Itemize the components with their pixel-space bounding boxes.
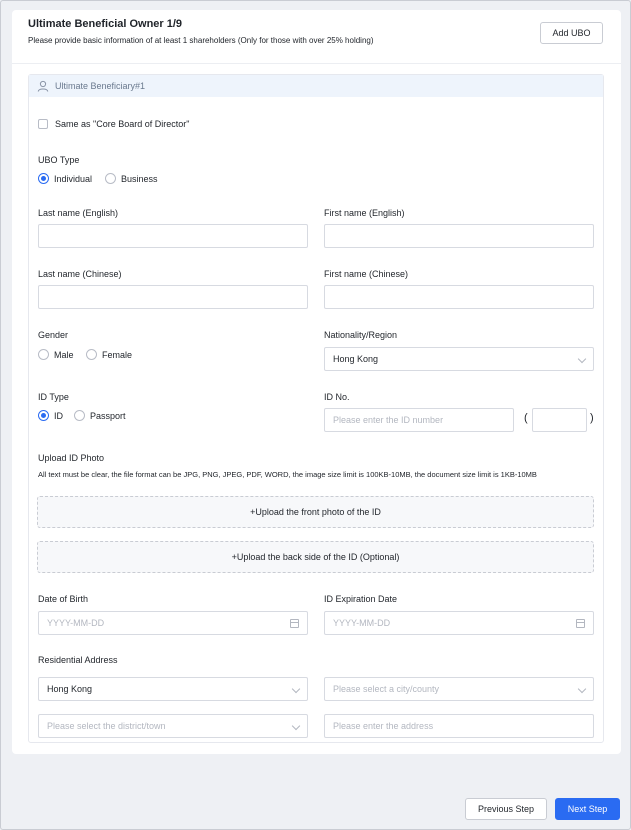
ubo-type-label: UBO Type bbox=[38, 155, 80, 165]
chevron-down-icon bbox=[291, 684, 301, 694]
id-check-close-paren: ) bbox=[590, 412, 594, 424]
dob-label: Date of Birth bbox=[38, 594, 89, 604]
first-name-cn-input[interactable] bbox=[324, 285, 594, 309]
chevron-down-icon bbox=[291, 721, 301, 731]
page-subtitle: Please provide basic information of at l… bbox=[28, 36, 374, 45]
ubo-type-individual-radio[interactable] bbox=[38, 173, 49, 184]
upload-hint: All text must be clear, the file format … bbox=[38, 470, 537, 479]
nationality-select[interactable]: Hong Kong bbox=[324, 347, 594, 371]
id-check-open-paren: ( bbox=[524, 412, 528, 424]
chevron-down-icon bbox=[577, 684, 587, 694]
upload-id-label: Upload ID Photo bbox=[38, 453, 105, 463]
ubo-type-business-label: Business bbox=[121, 174, 158, 184]
gender-male-label: Male bbox=[54, 350, 74, 360]
same-as-checkbox[interactable] bbox=[38, 119, 48, 129]
section-title: Ultimate Beneficiary#1 bbox=[55, 81, 146, 91]
id-type-id-label: ID bbox=[54, 411, 63, 421]
id-expiration-input[interactable]: YYYY-MM-DD bbox=[324, 611, 594, 635]
id-expiration-placeholder: YYYY-MM-DD bbox=[333, 618, 391, 628]
dob-input[interactable]: YYYY-MM-DD bbox=[38, 611, 308, 635]
previous-step-button[interactable]: Previous Step bbox=[465, 798, 547, 820]
id-type-label: ID Type bbox=[38, 392, 69, 402]
address-district-select[interactable]: Please select the district/town bbox=[38, 714, 308, 738]
chevron-down-icon bbox=[577, 354, 587, 364]
user-icon bbox=[37, 80, 49, 92]
id-type-id-radio[interactable] bbox=[38, 410, 49, 421]
address-region-select[interactable]: Hong Kong bbox=[38, 677, 308, 701]
ubo-form: Ultimate Beneficiary#1 Same as "Core Boa… bbox=[28, 74, 604, 743]
upload-front-button[interactable]: +Upload the front photo of the ID bbox=[37, 496, 594, 528]
address-detail-input[interactable]: Please enter the address bbox=[324, 714, 594, 738]
id-check-digit-input[interactable] bbox=[532, 408, 587, 432]
gender-male-radio[interactable] bbox=[38, 349, 49, 360]
gender-female-label: Female bbox=[102, 350, 133, 360]
upload-back-button[interactable]: +Upload the back side of the ID (Optiona… bbox=[37, 541, 594, 573]
address-district-placeholder: Please select the district/town bbox=[47, 721, 166, 731]
id-expiration-label: ID Expiration Date bbox=[324, 594, 398, 604]
ubo-type-business-radio[interactable] bbox=[105, 173, 116, 184]
id-type-passport-label: Passport bbox=[90, 411, 126, 421]
id-no-input[interactable]: Please enter the ID number bbox=[324, 408, 514, 432]
last-name-cn-input[interactable] bbox=[38, 285, 308, 309]
first-name-cn-label: First name (Chinese) bbox=[324, 269, 409, 279]
first-name-en-input[interactable] bbox=[324, 224, 594, 248]
page-frame: Ultimate Beneficial Owner 1/9 Please pro… bbox=[0, 0, 631, 830]
address-city-placeholder: Please select a city/county bbox=[333, 684, 440, 694]
last-name-cn-label: Last name (Chinese) bbox=[38, 269, 122, 279]
nationality-value: Hong Kong bbox=[333, 354, 379, 364]
gender-female-radio[interactable] bbox=[86, 349, 97, 360]
same-as-label: Same as "Core Board of Director" bbox=[55, 119, 190, 129]
first-name-en-label: First name (English) bbox=[324, 208, 405, 218]
address-detail-placeholder: Please enter the address bbox=[333, 721, 434, 731]
gender-label: Gender bbox=[38, 330, 69, 340]
next-step-button[interactable]: Next Step bbox=[555, 798, 620, 820]
id-no-placeholder: Please enter the ID number bbox=[333, 415, 444, 425]
ubo-type-individual-label: Individual bbox=[54, 174, 93, 184]
calendar-icon[interactable] bbox=[290, 619, 299, 628]
id-type-passport-radio[interactable] bbox=[74, 410, 85, 421]
dob-placeholder: YYYY-MM-DD bbox=[47, 618, 105, 628]
id-no-label: ID No. bbox=[324, 392, 350, 402]
address-city-select[interactable]: Please select a city/county bbox=[324, 677, 594, 701]
last-name-en-input[interactable] bbox=[38, 224, 308, 248]
last-name-en-label: Last name (English) bbox=[38, 208, 119, 218]
add-ubo-button[interactable]: Add UBO bbox=[540, 22, 603, 44]
residential-address-label: Residential Address bbox=[38, 655, 118, 665]
ubo-card: Ultimate Beneficial Owner 1/9 Please pro… bbox=[12, 10, 621, 754]
calendar-icon[interactable] bbox=[576, 619, 585, 628]
page-title: Ultimate Beneficial Owner 1/9 bbox=[28, 18, 183, 30]
nationality-label: Nationality/Region bbox=[324, 330, 398, 340]
address-region-value: Hong Kong bbox=[47, 684, 93, 694]
section-header: Ultimate Beneficiary#1 bbox=[29, 75, 603, 97]
header-divider bbox=[12, 63, 621, 64]
